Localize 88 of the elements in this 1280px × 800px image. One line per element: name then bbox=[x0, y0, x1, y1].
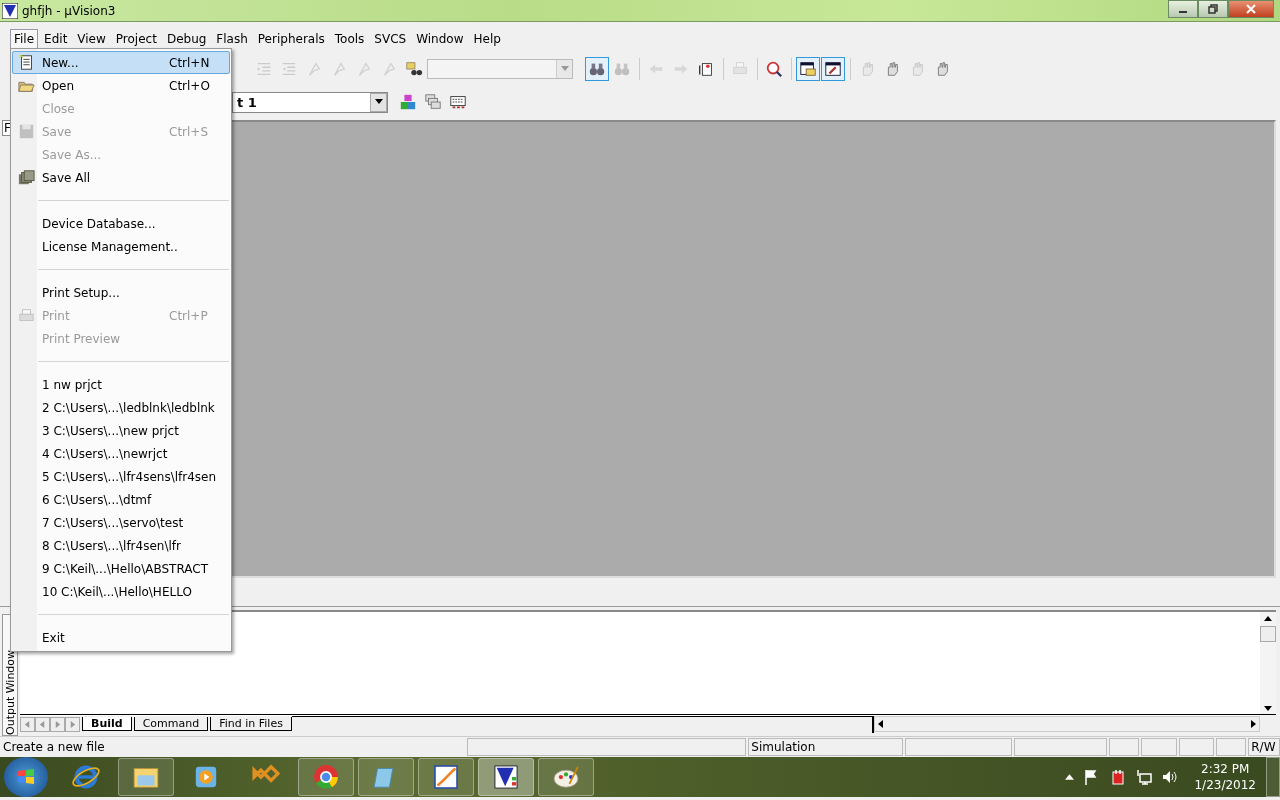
restore-button[interactable] bbox=[1198, 0, 1228, 18]
menu-item[interactable]: Edit bbox=[40, 29, 72, 49]
left-arrow-icon bbox=[877, 720, 884, 728]
menu-item[interactable]: 7 C:\Users\...\servo\test bbox=[12, 511, 230, 534]
menu-item[interactable]: Help bbox=[469, 29, 505, 49]
taskbar-button[interactable] bbox=[118, 758, 174, 796]
time: 2:32 PM bbox=[1201, 761, 1250, 777]
speaker-icon[interactable] bbox=[1162, 769, 1179, 785]
taskbar-button[interactable] bbox=[418, 758, 474, 796]
floppy-stack-icon bbox=[18, 169, 35, 186]
app-logo-icon bbox=[2, 2, 18, 19]
menu-item[interactable]: 1 nw prjct bbox=[12, 373, 230, 396]
scroll-thumb[interactable] bbox=[1260, 626, 1276, 642]
binoculars-icon bbox=[405, 60, 423, 78]
floppy-icon bbox=[18, 123, 35, 140]
vertical-scrollbar[interactable] bbox=[1260, 612, 1276, 716]
start-button[interactable] bbox=[4, 757, 48, 797]
show-desktop-button[interactable] bbox=[1266, 757, 1280, 797]
close-icon bbox=[1245, 3, 1257, 15]
network-icon[interactable] bbox=[1136, 769, 1153, 785]
menu-item[interactable]: 9 C:\Keil\...\Hello\ABSTRACT bbox=[12, 557, 230, 580]
down-arrow-icon bbox=[1264, 706, 1272, 712]
tab-scroll-button[interactable] bbox=[65, 716, 80, 732]
new-file-icon bbox=[18, 54, 35, 71]
status-access: R/W bbox=[1248, 738, 1280, 756]
windows-logo-icon bbox=[16, 767, 36, 787]
date: 1/23/2012 bbox=[1194, 777, 1256, 793]
menu-item[interactable]: New... Ctrl+N bbox=[12, 51, 230, 74]
status-pane bbox=[1216, 738, 1247, 756]
menu-item[interactable]: Peripherals bbox=[253, 29, 329, 49]
clock[interactable]: 2:32 PM 1/23/2012 bbox=[1194, 761, 1256, 793]
document-icon bbox=[697, 60, 715, 78]
status-pane bbox=[1141, 738, 1177, 756]
minimize-button[interactable] bbox=[1168, 0, 1198, 18]
menu-item[interactable]: Window bbox=[412, 29, 468, 49]
menu-item[interactable]: Save All bbox=[12, 166, 230, 189]
keyboard-icon bbox=[449, 93, 467, 111]
menu-item[interactable]: View bbox=[73, 29, 110, 49]
menu-item[interactable]: 3 C:\Users\...\new prjct bbox=[12, 419, 230, 442]
minimize-icon bbox=[1179, 11, 1187, 13]
indent-icon bbox=[255, 60, 273, 78]
tab-scroll-button[interactable] bbox=[20, 716, 35, 732]
toolbar-button[interactable] bbox=[821, 57, 845, 81]
dropdown-arrow-icon bbox=[374, 99, 383, 105]
taskbar-button[interactable] bbox=[478, 758, 534, 796]
menu-item[interactable]: License Management.. bbox=[12, 235, 230, 258]
output-tab[interactable]: Find in Files bbox=[210, 717, 292, 731]
tab-scroll-button[interactable] bbox=[50, 716, 65, 732]
magnifier-icon bbox=[765, 60, 783, 78]
menu-item[interactable]: 6 C:\Users\...\dtmf bbox=[12, 488, 230, 511]
caret-icon[interactable] bbox=[1065, 774, 1075, 780]
status-mode: Simulation bbox=[748, 738, 903, 756]
printer-icon bbox=[18, 307, 35, 324]
menu-item[interactable]: 2 C:\Users\...\ledblnk\ledblnk bbox=[12, 396, 230, 419]
menu-item[interactable]: Print Setup... bbox=[12, 281, 230, 304]
battery-plug-icon[interactable] bbox=[1110, 769, 1127, 785]
right-arrow-icon bbox=[1250, 720, 1256, 728]
menu-item[interactable]: 4 C:\Users\...\newrjct bbox=[12, 442, 230, 465]
window-icon bbox=[824, 60, 842, 78]
output-tab[interactable]: Command bbox=[133, 717, 209, 731]
menu-item[interactable]: 5 C:\Users\...\lfr4sens\lfr4sen bbox=[12, 465, 230, 488]
menu-item[interactable]: Flash bbox=[212, 29, 252, 49]
restore-icon bbox=[1207, 3, 1219, 15]
menu-item[interactable]: Debug bbox=[162, 29, 211, 49]
menu-item[interactable]: SVCS bbox=[370, 29, 411, 49]
target-combo-box[interactable]: t 1 bbox=[232, 91, 388, 113]
menu-item[interactable]: 10 C:\Keil\...\Hello\HELLO bbox=[12, 580, 230, 603]
window-title: ghfjh - µVision3 bbox=[22, 3, 116, 18]
unindent-icon bbox=[280, 60, 298, 78]
output-tab[interactable]: Build bbox=[82, 717, 132, 731]
menu-item[interactable]: Tools bbox=[330, 29, 369, 49]
menu-item[interactable]: 8 C:\Users\...\lfr4sen\lfr bbox=[12, 534, 230, 557]
status-message: Create a new file bbox=[2, 740, 106, 754]
toolbar-button[interactable] bbox=[796, 57, 820, 81]
menu-item[interactable]: File bbox=[10, 29, 39, 49]
menu-item[interactable]: Open Ctrl+O bbox=[12, 74, 230, 97]
horizontal-scrollbar[interactable] bbox=[873, 716, 1260, 732]
tab-scroll-button[interactable] bbox=[35, 716, 50, 732]
close-button[interactable] bbox=[1228, 0, 1274, 18]
up-arrow-icon bbox=[1264, 616, 1272, 622]
menu-item[interactable]: Project bbox=[111, 29, 161, 49]
taskbar-button[interactable] bbox=[538, 758, 594, 796]
windows-stack-icon bbox=[424, 93, 442, 111]
blocks-icon bbox=[399, 93, 417, 111]
status-pane bbox=[1178, 738, 1215, 756]
menu-item[interactable]: Device Database... bbox=[12, 212, 230, 235]
dropdown-arrow-icon bbox=[560, 66, 569, 72]
window-icon bbox=[799, 60, 817, 78]
